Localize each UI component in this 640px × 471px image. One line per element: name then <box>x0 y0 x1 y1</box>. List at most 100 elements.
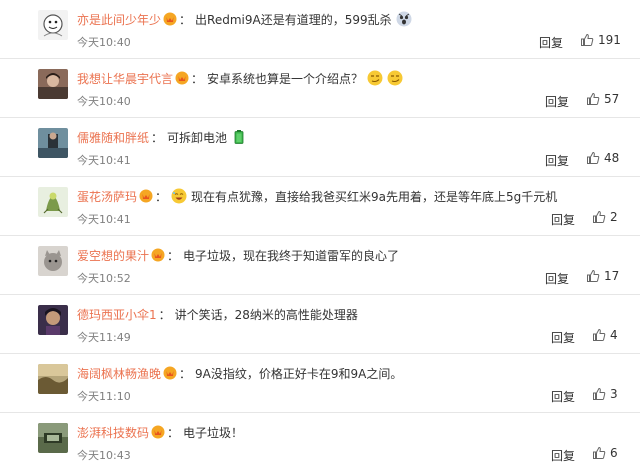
comment-item: 德玛西亚小伞1 ： 讲个笑话，28纳米的高性能处理器 今天11:49 回复 4 <box>0 295 640 354</box>
comment-text: 可拆卸电池 <box>167 129 247 146</box>
like-button[interactable]: 3 <box>592 387 618 401</box>
smirk-face-emoji <box>387 70 403 86</box>
like-count: 6 <box>610 446 618 460</box>
smirk-face-emoji <box>367 70 383 86</box>
comment-text-body: 讲个笑话，28纳米的高性能处理器 <box>174 307 358 322</box>
reply-button[interactable]: 回复 <box>551 329 575 346</box>
comment-text-body: 出Redmi9A还是有道理的，599乱杀 <box>195 12 392 27</box>
vip-badge-icon <box>175 71 189 85</box>
comment-text: 电子垃圾！ <box>183 424 243 441</box>
avatar-image <box>38 364 68 394</box>
comment-text-body: 电子垃圾！ <box>183 425 244 440</box>
like-button[interactable]: 48 <box>586 151 619 165</box>
avatar[interactable] <box>38 128 68 158</box>
username[interactable]: 儒雅随和胖纸 <box>77 129 149 146</box>
colon-separator: ： <box>155 189 168 204</box>
vip-badge-icon <box>151 248 165 262</box>
timestamp: 今天10:43 <box>77 449 131 462</box>
avatar-image <box>38 305 68 335</box>
vip-badge-icon <box>163 12 177 26</box>
timestamp: 今天10:41 <box>77 213 131 226</box>
comment-item: 蛋花汤萨玛 ： 现在有点犹豫，直接给我爸买红米9a先用着，还是等年底上5g千元机… <box>0 177 640 236</box>
avatar-image <box>38 128 68 158</box>
like-button[interactable]: 17 <box>586 269 619 283</box>
laughing-face-emoji <box>171 188 187 204</box>
avatar[interactable] <box>38 246 68 276</box>
like-count: 191 <box>598 33 621 47</box>
timestamp: 今天10:52 <box>77 272 131 285</box>
username[interactable]: 爱空想的果汁 <box>77 247 149 264</box>
username[interactable]: 我想让华晨宇代言 <box>77 70 173 87</box>
like-count: 3 <box>610 387 618 401</box>
username[interactable]: 亦是此间少年少 <box>77 11 161 28</box>
avatar[interactable] <box>38 187 68 217</box>
thumbs-up-icon <box>587 92 600 105</box>
like-button[interactable]: 57 <box>586 92 619 106</box>
comment-text-body: 可拆卸电池 <box>167 130 228 145</box>
thumbs-up-icon <box>587 151 600 164</box>
avatar-image <box>38 10 68 40</box>
avatar[interactable] <box>38 305 68 335</box>
username[interactable]: 蛋花汤萨玛 <box>77 188 137 205</box>
comment-text: 安卓系统也算是一个介绍点？ <box>207 70 403 87</box>
comment-item: 亦是此间少年少 ： 出Redmi9A还是有道理的，599乱杀 今天10:40 回… <box>0 0 640 59</box>
colon-separator: ： <box>158 307 171 322</box>
username[interactable]: 澎湃科技数码 <box>77 424 149 441</box>
comment-text-body: 9A没指纹，价格正好卡在9和9A之间。 <box>195 366 403 381</box>
like-button[interactable]: 191 <box>580 33 621 47</box>
thumbs-up-icon <box>593 328 606 341</box>
comment-text: 电子垃圾，现在我终于知道雷军的良心了 <box>183 247 399 264</box>
comment-list: 亦是此间少年少 ： 出Redmi9A还是有道理的，599乱杀 今天10:40 回… <box>0 0 640 471</box>
reply-button[interactable]: 回复 <box>551 447 575 464</box>
like-button[interactable]: 6 <box>592 446 618 460</box>
comment-text: 9A没指纹，价格正好卡在9和9A之间。 <box>195 365 402 382</box>
vip-badge-icon <box>151 425 165 439</box>
like-button[interactable]: 2 <box>592 210 618 224</box>
vip-badge-icon <box>139 189 153 203</box>
reply-button[interactable]: 回复 <box>545 93 569 110</box>
timestamp: 今天10:40 <box>77 95 131 108</box>
shocked-face-emoji <box>396 11 412 27</box>
username[interactable]: 德玛西亚小伞1 <box>77 306 157 323</box>
thumbs-up-icon <box>593 446 606 459</box>
vip-badge-icon <box>163 366 177 380</box>
comment-text-body: 安卓系统也算是一个介绍点？ <box>207 71 364 86</box>
like-count: 17 <box>604 269 620 283</box>
reply-button[interactable]: 回复 <box>545 270 569 287</box>
like-count: 2 <box>610 210 618 224</box>
colon-separator: ： <box>151 130 164 145</box>
comment-item: 海阔枫林畅渔晚 ： 9A没指纹，价格正好卡在9和9A之间。 今天11:10 回复… <box>0 354 640 413</box>
timestamp: 今天10:40 <box>77 36 131 49</box>
like-count: 57 <box>604 92 620 106</box>
colon-separator: ： <box>191 71 204 86</box>
thumbs-up-icon <box>587 269 600 282</box>
like-count: 4 <box>610 328 618 342</box>
comment-text-body: 现在有点犹豫，直接给我爸买红米9a先用着，还是等年底上5g千元机 <box>191 189 558 204</box>
colon-separator: ： <box>179 12 192 27</box>
comment-item: 我想让华晨宇代言 ： 安卓系统也算是一个介绍点？ 今天10:40 回复 57 <box>0 59 640 118</box>
like-count: 48 <box>604 151 620 165</box>
reply-button[interactable]: 回复 <box>539 34 563 51</box>
colon-separator: ： <box>167 425 180 440</box>
thumbs-up-icon <box>593 210 606 223</box>
avatar[interactable] <box>38 10 68 40</box>
battery-emoji <box>231 129 247 145</box>
comment-item: 儒雅随和胖纸 ： 可拆卸电池 今天10:41 回复 48 <box>0 118 640 177</box>
avatar[interactable] <box>38 69 68 99</box>
comment-text: 讲个笑话，28纳米的高性能处理器 <box>175 306 358 323</box>
colon-separator: ： <box>179 366 192 381</box>
reply-button[interactable]: 回复 <box>551 388 575 405</box>
timestamp: 今天10:41 <box>77 154 131 167</box>
like-button[interactable]: 4 <box>592 328 618 342</box>
avatar-image <box>38 69 68 99</box>
thumbs-up-icon <box>593 387 606 400</box>
reply-button[interactable]: 回复 <box>551 211 575 228</box>
avatar[interactable] <box>38 364 68 394</box>
comment-text: 现在有点犹豫，直接给我爸买红米9a先用着，还是等年底上5g千元机 <box>171 188 557 205</box>
avatar[interactable] <box>38 423 68 453</box>
avatar-image <box>38 423 68 453</box>
comment-text-body: 电子垃圾，现在我终于知道雷军的良心了 <box>183 248 400 263</box>
reply-button[interactable]: 回复 <box>545 152 569 169</box>
timestamp: 今天11:10 <box>77 390 131 403</box>
username[interactable]: 海阔枫林畅渔晚 <box>77 365 161 382</box>
